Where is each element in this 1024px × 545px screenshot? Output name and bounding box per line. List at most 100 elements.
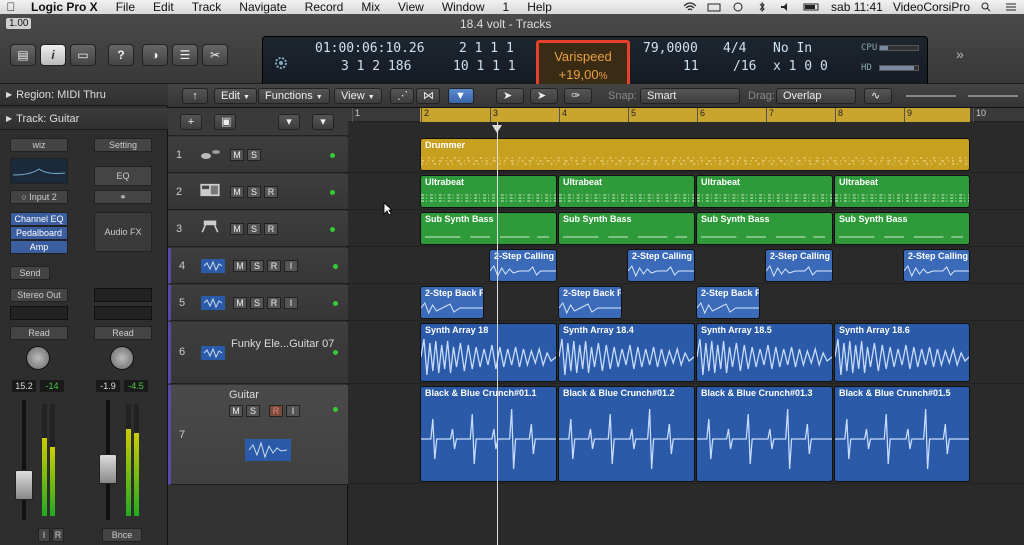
record-button[interactable]: R <box>267 260 281 272</box>
strip1-input-monitor-button[interactable]: I <box>38 528 50 542</box>
right-click-tool[interactable]: ✑ <box>564 88 592 104</box>
track-header-3[interactable]: 3 M S R <box>168 211 348 247</box>
input-monitor-button[interactable]: I <box>284 260 298 272</box>
notifications-icon[interactable] <box>1004 2 1018 12</box>
track-header-6[interactable]: 6 Funky Ele...Guitar 07 <box>168 322 348 384</box>
strip1-pan-knob[interactable] <box>26 346 50 370</box>
menu-edit[interactable]: Edit <box>144 0 183 14</box>
strip1-group-slot[interactable] <box>10 306 68 320</box>
mute-button[interactable]: M <box>229 405 243 417</box>
plugin-pedalboard[interactable]: Pedalboard <box>10 226 68 240</box>
gear-icon[interactable] <box>273 55 289 71</box>
playhead[interactable] <box>497 122 498 545</box>
waveform-zoom-button[interactable]: ∿ <box>864 88 892 104</box>
vertical-zoom-slider[interactable] <box>906 95 956 97</box>
menu-window[interactable]: Window <box>433 0 494 14</box>
track-on-led[interactable] <box>333 407 338 412</box>
solo-button[interactable]: S <box>247 149 261 161</box>
track-name[interactable]: Guitar <box>229 389 259 401</box>
input-monitor-button[interactable]: I <box>284 297 298 309</box>
volume-icon[interactable] <box>779 2 793 12</box>
editors-button[interactable]: ✂ <box>202 44 228 66</box>
tracks-area[interactable]: Drummer Ultrabeat Ultrabeat Ultrabeat Ul… <box>348 122 1024 545</box>
bar-ruler[interactable]: 1 2 3 4 5 6 7 8 9 10 <box>348 108 1024 122</box>
track-on-led[interactable] <box>333 264 338 269</box>
track-header-4[interactable]: 4 M S R I <box>168 248 348 284</box>
timemachine-icon[interactable] <box>731 2 745 12</box>
toolbar-button[interactable]: ▭ <box>70 44 96 66</box>
menu-user[interactable]: VideoCorsiPro <box>893 0 970 14</box>
strip2-pan-knob[interactable] <box>110 346 134 370</box>
track-header-1[interactable]: 1 M S <box>168 137 348 173</box>
sub-synth-region-3[interactable]: Sub Synth Bass <box>696 212 833 245</box>
track-header-7[interactable]: 7 Guitar M S R I <box>168 385 348 485</box>
ultrabeat-region-4[interactable]: Ultrabeat <box>834 175 970 208</box>
menu-navigate[interactable]: Navigate <box>230 0 295 14</box>
strip2-automation-mode[interactable]: Read <box>94 326 152 340</box>
mute-button[interactable]: M <box>230 223 244 235</box>
snap-select[interactable]: Smart <box>640 88 740 104</box>
record-button[interactable]: R <box>264 223 278 235</box>
ultrabeat-region-1[interactable]: Ultrabeat <box>420 175 557 208</box>
back-region-3[interactable]: 2-Step Back F <box>696 286 760 319</box>
calling-region-3[interactable]: 2-Step Calling <box>765 249 833 282</box>
mute-button[interactable]: M <box>230 186 244 198</box>
ultrabeat-region-3[interactable]: Ultrabeat <box>696 175 833 208</box>
cycle-area[interactable] <box>420 108 970 122</box>
spotlight-icon[interactable] <box>980 2 994 12</box>
strip1-automation-mode[interactable]: Read <box>10 326 68 340</box>
drag-select[interactable]: Overlap <box>776 88 856 104</box>
quick-help-button[interactable]: ? <box>108 44 134 66</box>
flex-button[interactable]: ⋈ <box>416 88 440 104</box>
synth-array-region-1[interactable]: Synth Array 18 <box>420 323 557 382</box>
edit-menu[interactable]: Edit ▼ <box>214 88 257 104</box>
strip1-setting-button[interactable]: wiz <box>10 138 68 152</box>
strip2-group-slot[interactable] <box>94 306 152 320</box>
mute-button[interactable]: M <box>233 297 247 309</box>
synth-array-region-4[interactable]: Synth Array 18.6 <box>834 323 970 382</box>
plugin-amp[interactable]: Amp <box>10 240 68 254</box>
strip2-bounce-button[interactable]: Bnce <box>102 528 142 542</box>
record-button[interactable]: R <box>267 297 281 309</box>
strip1-eq-display[interactable] <box>10 158 68 184</box>
strip2-eq-button[interactable]: EQ <box>94 166 152 186</box>
plugin-channel-eq[interactable]: Channel EQ <box>10 212 68 226</box>
menu-view[interactable]: View <box>389 0 433 14</box>
pointer-tool[interactable]: ➤ <box>496 88 524 104</box>
apple-icon[interactable]:  <box>0 0 22 14</box>
guitar-region-2[interactable]: Black & Blue Crunch#01.2 <box>558 386 695 482</box>
secondary-pointer-tool[interactable]: ➤ <box>530 88 558 104</box>
calling-region-1[interactable]: 2-Step Calling <box>489 249 557 282</box>
sub-synth-region-4[interactable]: Sub Synth Bass <box>834 212 970 245</box>
guitar-region-1[interactable]: Black & Blue Crunch#01.1 <box>420 386 557 482</box>
catch-button[interactable]: ↑ <box>182 88 208 104</box>
automation-button[interactable]: ⋰ <box>390 88 414 104</box>
guitar-region-4[interactable]: Black & Blue Crunch#01.5 <box>834 386 970 482</box>
track-header-2[interactable]: 2 M S R <box>168 174 348 210</box>
strip2-audio-fx-slot[interactable]: Audio FX <box>94 212 152 252</box>
menu-track[interactable]: Track <box>183 0 231 14</box>
calling-region-2[interactable]: 2-Step Calling <box>627 249 695 282</box>
menu-mix[interactable]: Mix <box>352 0 389 14</box>
horizontal-zoom-slider[interactable] <box>968 95 1018 97</box>
filter-button[interactable]: ▼ <box>448 88 474 104</box>
solo-button[interactable]: S <box>250 297 264 309</box>
mute-button[interactable]: M <box>230 149 244 161</box>
wifi-icon[interactable] <box>683 2 697 12</box>
track-on-led[interactable] <box>330 153 335 158</box>
bluetooth-icon[interactable] <box>755 2 769 12</box>
region-inspector-header[interactable]: ▶ Region: MIDI Thru <box>0 84 168 106</box>
guitar-region-3[interactable]: Black & Blue Crunch#01.3 <box>696 386 833 482</box>
mixer-button[interactable]: ☰ <box>172 44 198 66</box>
strip1-input-button[interactable]: ○ Input 2 <box>10 190 68 204</box>
record-button[interactable]: R <box>264 186 278 198</box>
strip2-setting-button[interactable]: Setting <box>94 138 152 152</box>
strip1-volume-fader[interactable] <box>15 470 33 500</box>
global-tracks-button[interactable]: ▾ <box>312 114 334 130</box>
track-on-led[interactable] <box>333 350 338 355</box>
solo-button[interactable]: S <box>247 223 261 235</box>
menu-app[interactable]: Logic Pro X <box>22 0 107 14</box>
solo-button[interactable]: S <box>250 260 264 272</box>
library-button[interactable]: ▤ <box>10 44 36 66</box>
menu-clock[interactable]: sab 11:41 <box>831 0 883 14</box>
